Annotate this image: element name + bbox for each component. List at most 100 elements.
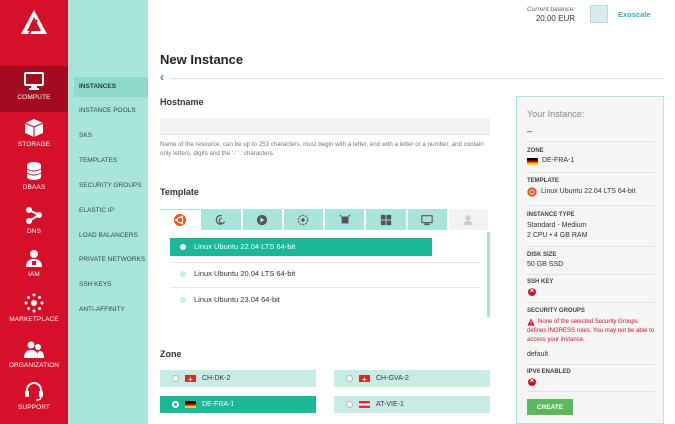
template-list-scrollbar[interactable] xyxy=(487,232,490,317)
template-os-tabs xyxy=(160,209,490,230)
windows-icon xyxy=(380,214,392,225)
summary-disk-value: 50 GB SSD xyxy=(527,261,564,268)
hostname-input[interactable] xyxy=(160,118,490,135)
summary-disk-label: DISK SIZE xyxy=(527,252,557,258)
divider xyxy=(527,391,655,392)
divider xyxy=(527,205,655,206)
fedora-icon xyxy=(298,214,309,225)
template-option-label: Linux Ubuntu 20.04 LTS 64-bit xyxy=(194,269,296,278)
summary-ssh-label: SSH KEY xyxy=(527,279,554,285)
zone-option-at-vie-1[interactable]: AT-VIE-1 xyxy=(334,396,490,413)
subnav-item-ssh-keys[interactable]: SSH KEYS xyxy=(74,275,148,295)
organization-icon xyxy=(24,341,44,358)
radio-button[interactable] xyxy=(180,297,186,304)
rail-item-label: MARKETPLACE xyxy=(9,316,59,323)
template-option[interactable]: Linux Ubuntu 22.04 LTS 64-bit xyxy=(170,238,432,256)
rail-item-storage[interactable]: STORAGE xyxy=(0,113,68,159)
germany-flag-icon xyxy=(527,158,538,165)
rail-item-marketplace[interactable]: MARKETPLACE xyxy=(0,288,68,334)
rail-item-label: DNS xyxy=(26,228,42,235)
summary-ipv6-label: IPV6 ENABLED xyxy=(527,369,571,375)
rail-item-compute[interactable]: COMPUTE xyxy=(0,66,68,112)
tab-freebsd[interactable] xyxy=(325,209,367,230)
zone-option-de-fra-1[interactable]: DE-FRA-1 xyxy=(160,396,316,413)
user-icon xyxy=(463,214,474,225)
zone-option-ch-gva-2[interactable]: CH-GVA-2 xyxy=(334,370,490,388)
tab-ubuntu[interactable] xyxy=(160,209,202,230)
create-button[interactable]: CREATE xyxy=(527,399,573,415)
users-icon xyxy=(26,250,42,267)
divider xyxy=(527,364,655,365)
rail-item-label: STORAGE xyxy=(17,141,51,148)
summary-type-spec: 2 CPU • 4 GB RAM xyxy=(527,232,588,239)
tab-debian[interactable] xyxy=(201,209,243,230)
radio-button[interactable] xyxy=(346,400,353,408)
back-arrow-icon[interactable]: ‹ xyxy=(160,71,164,83)
switzerland-flag-icon xyxy=(359,371,370,388)
rail-item-label: SUPPORT xyxy=(17,404,50,411)
exoscale-logo[interactable] xyxy=(20,8,48,36)
rail-item-label: DBAAS xyxy=(22,184,46,191)
tab-windows[interactable] xyxy=(366,209,408,230)
divider xyxy=(170,78,664,79)
radio-button[interactable] xyxy=(180,244,186,251)
marketplace-icon xyxy=(24,293,44,313)
tab-user-templates[interactable] xyxy=(448,209,490,230)
divider xyxy=(527,141,655,142)
template-label: Template xyxy=(160,187,199,197)
divider xyxy=(527,172,655,173)
template-option[interactable]: Linux Ubuntu 20.04 LTS 64-bit xyxy=(170,265,480,283)
radio-button[interactable] xyxy=(180,271,186,278)
subnav-item-elastic-ip[interactable]: ELASTIC IP xyxy=(74,201,148,221)
hostname-label: Hostname xyxy=(160,97,204,107)
radio-button[interactable] xyxy=(172,374,179,382)
subnav-item-templates[interactable]: TEMPLATES xyxy=(74,151,148,171)
cube-icon xyxy=(24,119,44,137)
database-icon xyxy=(26,162,42,180)
rail-item-iam[interactable]: IAM xyxy=(0,243,68,289)
zone-option-label: AT-VIE-1 xyxy=(376,401,404,408)
template-option-label: Linux Ubuntu 23.04 64-bit xyxy=(194,295,280,304)
summary-type-value: Standard - Medium xyxy=(527,222,587,229)
subnav-item-sks[interactable]: SKS xyxy=(74,126,148,146)
tab-appliance[interactable] xyxy=(407,209,449,230)
ubuntu-icon xyxy=(173,213,186,227)
subnav-item-security-groups[interactable]: SECURITY GROUPS xyxy=(74,176,148,196)
template-option-label: Linux Ubuntu 22.04 LTS 64-bit xyxy=(194,242,296,251)
compute-subnav: INSTANCES INSTANCE POOLS SKS TEMPLATES S… xyxy=(68,0,148,424)
rail-item-support[interactable]: SUPPORT xyxy=(0,376,68,422)
tab-fedora[interactable] xyxy=(283,209,325,230)
rail-item-dbaas[interactable]: DBAAS xyxy=(0,156,68,202)
zone-option-ch-dk-2[interactable]: CH-DK-2 xyxy=(160,370,316,388)
rail-item-organization[interactable]: ORGANIZATION xyxy=(0,334,68,380)
avatar[interactable] xyxy=(590,5,608,23)
radio-button[interactable] xyxy=(172,400,179,408)
summary-sg-label: SECURITY GROUPS xyxy=(527,308,585,314)
template-option[interactable]: Linux Ubuntu 23.04 64-bit xyxy=(170,291,480,309)
summary-template-value: Linux Ubuntu 22.04 LTS 64-bit xyxy=(541,188,636,195)
divider xyxy=(527,302,655,303)
rail-item-label: IAM xyxy=(28,271,40,278)
summary-instance-name: – xyxy=(527,126,533,136)
subnav-item-instance-pools[interactable]: INSTANCE POOLS xyxy=(74,101,148,121)
germany-flag-icon xyxy=(185,400,196,408)
template-options-list: Linux Ubuntu 22.04 LTS 64-bit Linux Ubun… xyxy=(160,232,490,317)
zone-option-label: DE-FRA-1 xyxy=(202,401,235,408)
divider xyxy=(170,262,480,263)
subnav-item-private-networks[interactable]: PRIVATE NETWORKS xyxy=(74,250,148,270)
balance-label: Current balance: xyxy=(526,6,575,13)
radio-button[interactable] xyxy=(346,374,353,382)
subnav-item-instances[interactable]: INSTANCES xyxy=(74,77,148,97)
austria-flag-icon xyxy=(359,400,370,408)
error-icon xyxy=(528,376,536,386)
summary-heading: Your Instance: xyxy=(527,109,585,119)
subnav-item-anti-affinity[interactable]: ANTI-AFFINITY xyxy=(74,300,148,320)
summary-sg-warning: None of the selected Security Groups def… xyxy=(527,319,655,343)
account-menu[interactable]: Exoscale xyxy=(618,10,651,19)
summary-sg-value: default xyxy=(527,351,549,358)
rail-item-dns[interactable]: DNS xyxy=(0,200,68,246)
tab-centos[interactable] xyxy=(242,209,284,230)
page-title: New Instance xyxy=(160,52,244,67)
subnav-item-load-balancers[interactable]: LOAD BALANCERS xyxy=(74,226,148,246)
summary-zone-label: ZONE xyxy=(527,148,544,154)
